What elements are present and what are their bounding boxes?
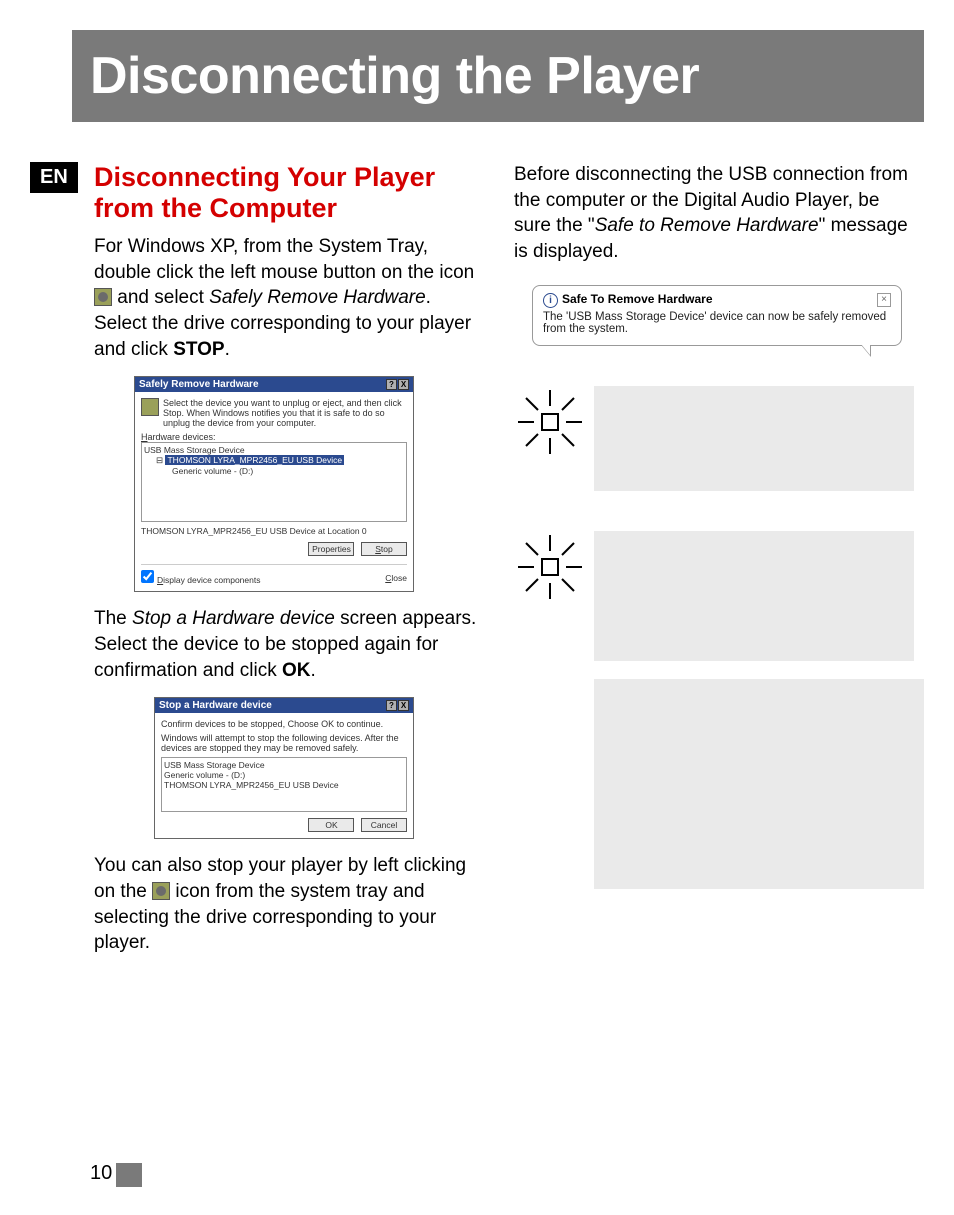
text-bold: STOP — [173, 339, 224, 360]
placeholder-row-2 — [514, 531, 914, 661]
text: . — [310, 660, 315, 681]
content-area: Disconnecting Your Player from the Compu… — [94, 162, 914, 962]
text: Confirm devices to be stopped, Choose OK… — [161, 719, 407, 729]
checkbox-row: Display device components Close — [141, 564, 407, 585]
screenshot-placeholder — [594, 386, 914, 491]
title-banner: Disconnecting the Player — [72, 30, 924, 122]
placeholder-row-1 — [514, 386, 914, 491]
dialog-body: Select the device you want to unplug or … — [135, 392, 413, 591]
paragraph-1: For Windows XP, from the System Tray, do… — [94, 234, 486, 362]
language-tag: EN — [30, 162, 78, 193]
stop-button[interactable]: Stop — [361, 542, 407, 556]
systray-icon — [152, 882, 170, 900]
text: and select — [112, 287, 209, 308]
usb-icon — [141, 398, 159, 416]
close-icon[interactable]: X — [398, 700, 409, 711]
paragraph-right-1: Before disconnecting the USB connection … — [514, 162, 914, 265]
page-tab-decoration — [116, 1163, 142, 1187]
text: ardware devices: — [148, 432, 216, 442]
notification-balloon: i Safe To Remove Hardware × The 'USB Mass… — [532, 285, 902, 346]
window-buttons: ?X — [385, 700, 409, 711]
safely-remove-hardware-dialog: Safely Remove Hardware ?X Select the dev… — [134, 376, 414, 592]
screenshot-placeholder — [594, 679, 924, 889]
dialog-body: Confirm devices to be stopped, Choose OK… — [155, 713, 413, 838]
ok-button[interactable]: OK — [308, 818, 354, 832]
device-listbox[interactable]: USB Mass Storage Device Generic volume -… — [161, 757, 407, 812]
text-italic: Safely Remove Hardware — [209, 287, 425, 308]
dialog-titlebar: Stop a Hardware device ?X — [155, 698, 413, 713]
list-item-selected[interactable]: THOMSON LYRA_MPR2456_EU USB Device — [165, 455, 344, 465]
properties-button[interactable]: Properties — [308, 542, 354, 556]
paragraph-2: The Stop a Hardware device screen appear… — [94, 606, 486, 683]
balloon-message: The 'USB Mass Storage Device' device can… — [543, 311, 891, 335]
systray-icon — [94, 288, 112, 306]
screenshot-placeholder — [594, 531, 914, 661]
sunburst-icon — [514, 531, 586, 603]
hardware-label: Hardware devices: — [141, 432, 407, 442]
text-bold: OK — [282, 660, 311, 681]
right-column: Before disconnecting the USB connection … — [514, 162, 914, 962]
hardware-listbox[interactable]: USB Mass Storage Device ⊟ THOMSON LYRA_M… — [141, 442, 407, 522]
section-heading: Disconnecting Your Player from the Compu… — [94, 162, 486, 224]
text-italic: Safe to Remove Hardware — [595, 215, 819, 236]
cancel-button[interactable]: Cancel — [361, 818, 407, 832]
stop-hardware-dialog: Stop a Hardware device ?X Confirm device… — [154, 697, 414, 839]
dialog-title: Stop a Hardware device — [159, 700, 272, 711]
location-text: THOMSON LYRA_MPR2456_EU USB Device at Lo… — [141, 526, 407, 536]
window-buttons: ?X — [385, 379, 409, 390]
close-button[interactable]: Close — [385, 573, 407, 583]
page-number: 10 — [90, 1162, 112, 1185]
dialog-titlebar: Safely Remove Hardware ?X — [135, 377, 413, 392]
list-item[interactable]: Generic volume - (D:) — [164, 770, 404, 780]
text: The — [94, 608, 132, 629]
text: For Windows XP, from the System Tray, do… — [94, 236, 474, 283]
text: . — [225, 339, 230, 360]
list-item[interactable]: Generic volume - (D:) — [144, 466, 404, 476]
balloon-title: Safe To Remove Hardware — [562, 292, 713, 306]
button-row: OK Cancel — [161, 818, 407, 832]
info-icon: i — [543, 293, 558, 308]
sunburst-icon — [514, 386, 586, 458]
help-icon[interactable]: ? — [386, 379, 397, 390]
list-item[interactable]: USB Mass Storage Device — [144, 445, 404, 455]
text-italic: Stop a Hardware device — [132, 608, 335, 629]
balloon-title-wrap: i Safe To Remove Hardware — [543, 292, 713, 308]
balloon-close-icon[interactable]: × — [877, 293, 891, 307]
balloon-header: i Safe To Remove Hardware × — [543, 292, 891, 308]
paragraph-3: You can also stop your player by left cl… — [94, 853, 486, 956]
list-item[interactable]: THOMSON LYRA_MPR2456_EU USB Device — [164, 780, 404, 790]
text: Windows will attempt to stop the followi… — [161, 733, 407, 753]
display-components-checkbox[interactable]: Display device components — [141, 570, 260, 585]
button-row: Properties Stop — [141, 542, 407, 556]
list-item[interactable]: USB Mass Storage Device — [164, 760, 404, 770]
close-icon[interactable]: X — [398, 379, 409, 390]
help-icon[interactable]: ? — [386, 700, 397, 711]
text: Select the device you want to unplug or … — [163, 398, 407, 428]
dialog-title: Safely Remove Hardware — [139, 379, 259, 390]
page-title: Disconnecting the Player — [90, 46, 699, 106]
dialog-instruction: Select the device you want to unplug or … — [141, 398, 407, 428]
left-column: Disconnecting Your Player from the Compu… — [94, 162, 486, 962]
